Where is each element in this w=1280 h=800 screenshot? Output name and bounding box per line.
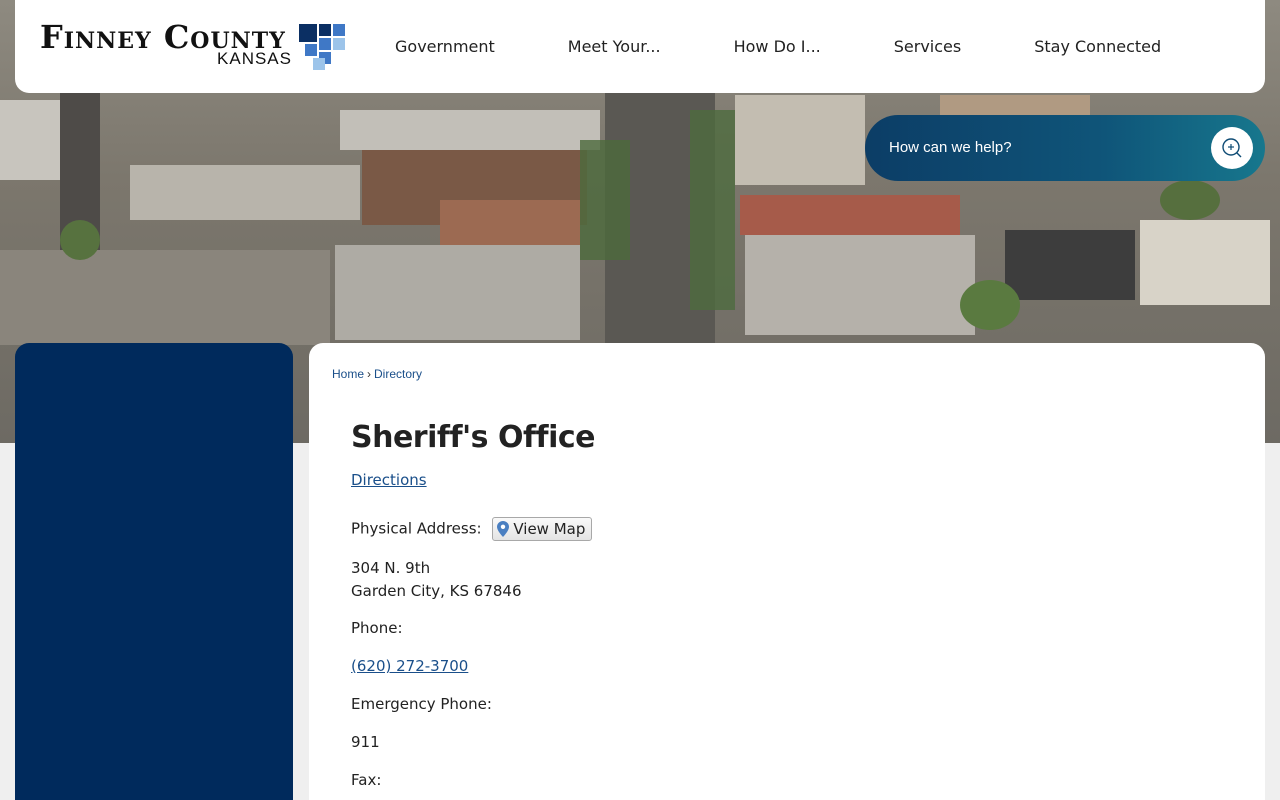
site-header: Finney County KANSAS Government Meet You… (15, 0, 1265, 93)
nav-how-do-i[interactable]: How Do I... (734, 37, 821, 56)
left-sidebar (15, 343, 293, 800)
nav-government[interactable]: Government (395, 37, 495, 56)
main-nav: Government Meet Your... How Do I... Serv… (395, 0, 1161, 93)
nav-stay-connected[interactable]: Stay Connected (1034, 37, 1161, 56)
nav-services[interactable]: Services (894, 37, 961, 56)
physical-address-label: Physical Address: (351, 519, 482, 538)
emergency-phone-label: Emergency Phone: (351, 695, 492, 713)
search-bar[interactable]: How can we help? (865, 115, 1265, 181)
nav-meet-your[interactable]: Meet Your... (568, 37, 661, 56)
breadcrumb: Home › Directory (332, 367, 422, 381)
phone-label: Phone: (351, 619, 403, 637)
logo-subtitle: KANSAS (217, 49, 292, 68)
address-line-2: Garden City, KS 67846 (351, 582, 522, 600)
search-input[interactable]: How can we help? (889, 139, 1012, 156)
view-map-button[interactable]: View Map (492, 517, 593, 541)
page-title: Sheriff's Office (351, 420, 596, 455)
logo-squares-icon (299, 24, 345, 70)
county-logo[interactable]: Finney County KANSAS (40, 18, 350, 76)
breadcrumb-directory[interactable]: Directory (374, 367, 422, 381)
breadcrumb-separator: › (367, 367, 372, 381)
phone-link[interactable]: (620) 272-3700 (351, 657, 468, 675)
map-pin-icon (497, 521, 510, 537)
emergency-phone-value: 911 (351, 733, 380, 751)
view-map-label: View Map (513, 520, 586, 538)
search-button[interactable] (1211, 127, 1253, 169)
physical-address-row: Physical Address: View Map (351, 517, 593, 541)
main-content: Home › Directory Sheriff's Office Directio… (309, 343, 1265, 800)
search-icon (1222, 138, 1242, 158)
address-line-1: 304 N. 9th (351, 559, 431, 577)
fax-label: Fax: (351, 771, 382, 789)
directions-link[interactable]: Directions (351, 471, 427, 489)
breadcrumb-home[interactable]: Home (332, 367, 364, 381)
